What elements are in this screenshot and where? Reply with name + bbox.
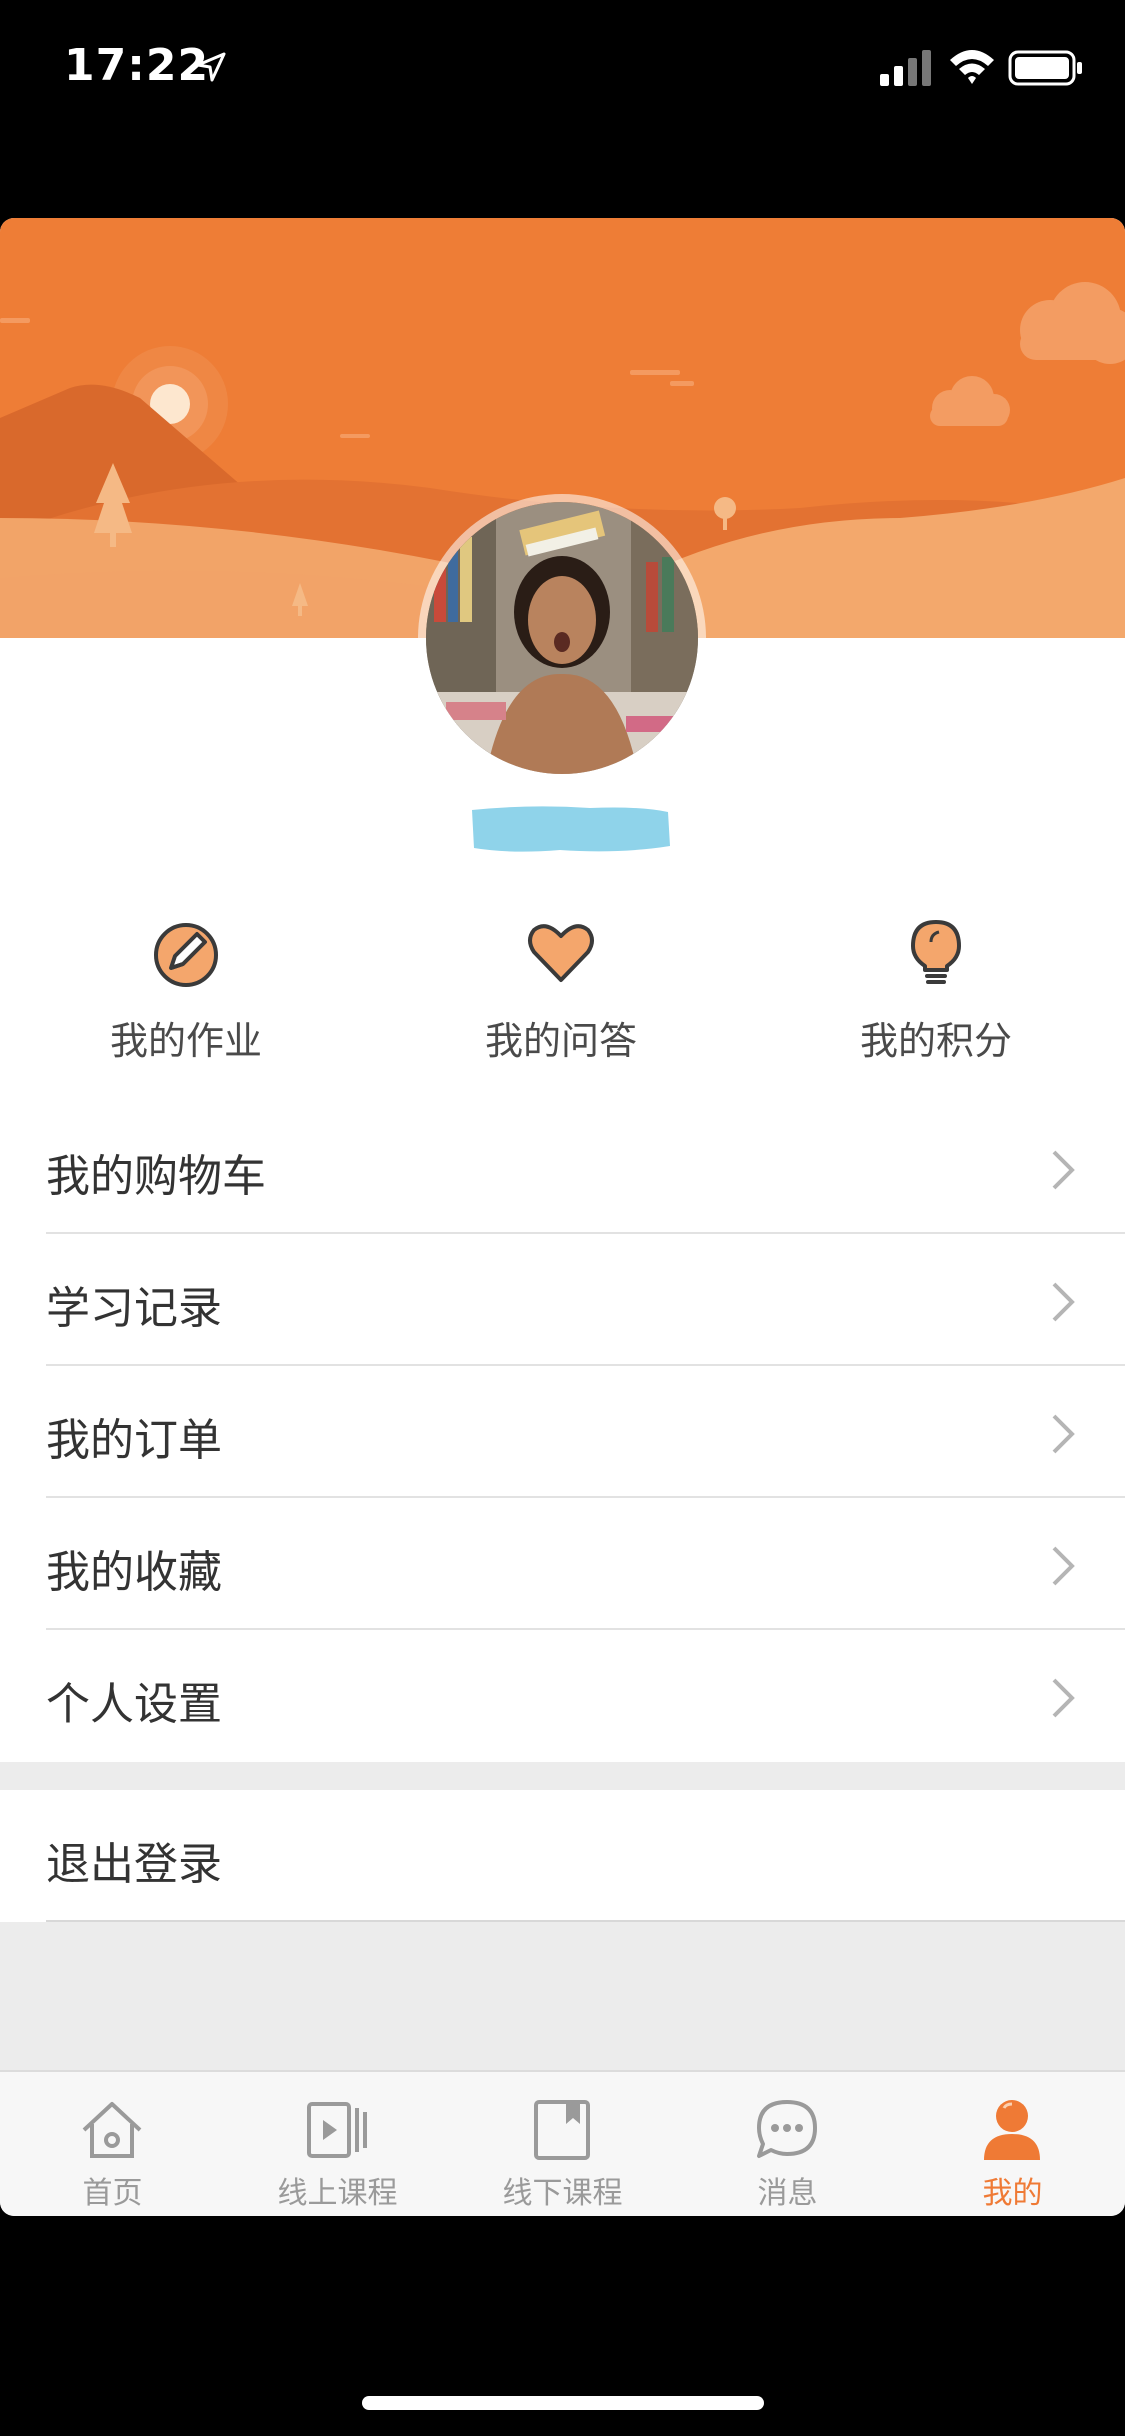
my-points-button[interactable]: 我的积分 [806, 918, 1066, 1078]
location-arrow-icon [196, 52, 226, 82]
lightbulb-icon [911, 920, 961, 984]
tab-offline-courses[interactable]: 线下课程 [450, 2072, 675, 2216]
logout-button[interactable]: 退出登录 [0, 1790, 1125, 1922]
wifi-icon [950, 50, 994, 84]
menu-item-orders[interactable]: 我的订单 [0, 1366, 1125, 1498]
logout-label: 退出登录 [46, 1839, 222, 1890]
my-qa-label: 我的问答 [484, 1019, 637, 1063]
my-points-label: 我的积分 [859, 1019, 1012, 1063]
heart-icon [528, 924, 594, 982]
settings-menu: 我的购物车 学习记录 我的订单 我的收藏 个人设置 [0, 1102, 1125, 1762]
battery-icon [1008, 50, 1082, 86]
my-homework-button[interactable]: 我的作业 [56, 918, 316, 1078]
menu-item-favorites[interactable]: 我的收藏 [0, 1498, 1125, 1630]
tab-label: 首页 [82, 2176, 143, 2211]
app-screen: 我的作业 我的问答 我的积分 我的购物车 学习记录 我的订单 我的收藏 个人设置… [0, 218, 1125, 2216]
tab-online-courses[interactable]: 线上课程 [225, 2072, 450, 2216]
menu-item-label: 个人设置 [46, 1679, 222, 1730]
avatar-photo [426, 502, 698, 774]
menu-item-label: 学习记录 [46, 1283, 222, 1334]
chevron-right-icon [1052, 1282, 1075, 1322]
video-icon [307, 2102, 367, 2158]
menu-item-study-history[interactable]: 学习记录 [0, 1234, 1125, 1366]
menu-item-shopping-cart[interactable]: 我的购物车 [0, 1102, 1125, 1234]
menu-item-label: 我的订单 [46, 1415, 222, 1466]
my-homework-label: 我的作业 [109, 1019, 262, 1063]
tab-label: 消息 [757, 2176, 818, 2211]
chevron-right-icon [1052, 1678, 1075, 1718]
user-avatar[interactable] [426, 502, 698, 774]
tab-label: 线下课程 [502, 2176, 623, 2211]
cellular-signal-icon [880, 50, 931, 86]
chevron-right-icon [1052, 1546, 1075, 1586]
home-indicator[interactable] [362, 2396, 764, 2410]
status-time: 17:22 [64, 40, 210, 91]
user-icon [984, 2100, 1040, 2160]
chevron-right-icon [1052, 1150, 1075, 1190]
tab-home[interactable]: 首页 [0, 2072, 225, 2216]
tab-messages[interactable]: 消息 [675, 2072, 900, 2216]
tab-label: 我的 [982, 2176, 1043, 2211]
menu-item-label: 我的收藏 [46, 1547, 222, 1598]
tab-label: 线上课程 [277, 2176, 398, 2211]
message-icon [757, 2100, 817, 2158]
divider [46, 1920, 1125, 1922]
menu-item-personal-settings[interactable]: 个人设置 [0, 1630, 1125, 1762]
chevron-right-icon [1052, 1414, 1075, 1454]
home-icon [82, 2102, 142, 2158]
username [470, 800, 672, 860]
username-redaction [472, 806, 670, 852]
pencil-icon [154, 923, 218, 987]
menu-item-label: 我的购物车 [46, 1151, 266, 1202]
bottom-tab-bar: 首页 线上课程 线下课程 消息 我的 [0, 2070, 1125, 2216]
book-icon [534, 2100, 590, 2160]
tab-me[interactable]: 我的 [900, 2072, 1125, 2216]
my-qa-button[interactable]: 我的问答 [431, 918, 691, 1078]
status-bar: 17:22 [0, 0, 1125, 140]
